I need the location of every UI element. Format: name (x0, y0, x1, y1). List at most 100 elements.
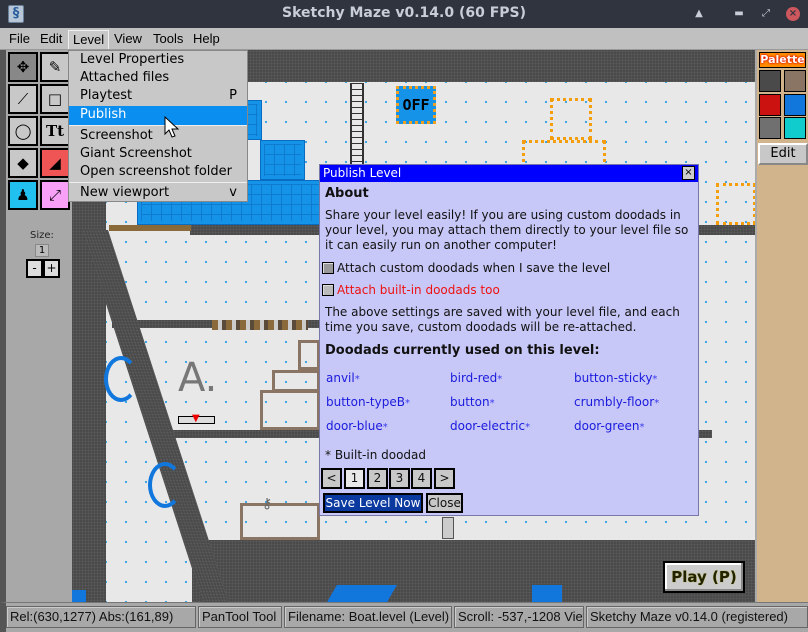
dialog-titlebar[interactable]: Publish Level × (320, 165, 698, 182)
blue-block (260, 140, 305, 180)
window-title: Sketchy Maze v0.14.0 (60 FPS) (281, 5, 527, 21)
pager-page-1[interactable]: 1 (344, 468, 365, 489)
rectangle-tool-button[interactable]: □ (40, 84, 70, 114)
pager-page-2[interactable]: 2 (367, 468, 388, 489)
builtin-star: * (404, 398, 410, 409)
swatch-solid[interactable] (759, 117, 781, 139)
doodad-link[interactable]: door-electric* (450, 419, 530, 433)
menu-item-screenshot[interactable]: Screenshot (69, 127, 247, 146)
doodad-link[interactable]: button-typeB* (326, 395, 410, 409)
pager-page-4[interactable]: 4 (411, 468, 432, 489)
crate-doodad (260, 390, 320, 430)
window-titlebar: § Sketchy Maze v0.14.0 (60 FPS) ▲ ▬ ⤢ × (0, 0, 808, 28)
doodad-link[interactable]: button* (450, 395, 495, 409)
swatch-dirt[interactable] (784, 70, 806, 92)
palette-edit-button[interactable]: Edit (758, 143, 808, 165)
link-tool-button[interactable]: ⤢ (40, 180, 70, 210)
size-increase-button[interactable]: + (43, 259, 60, 278)
paint-bucket-icon: ◆ (17, 154, 29, 172)
swatch-fire[interactable] (759, 94, 781, 116)
fill-tool-button[interactable]: ◆ (8, 148, 38, 178)
crumbly-floor (212, 320, 308, 330)
blue-portal (148, 462, 182, 508)
menu-separator (69, 125, 247, 126)
attach-builtin-doodads-label[interactable]: Attach built-in doodads too (337, 283, 500, 297)
pan-tool-button[interactable]: ✥ (8, 52, 38, 82)
builtin-star: * (525, 422, 531, 433)
ellipse-icon: ◯ (14, 122, 32, 140)
save-level-now-button[interactable]: Save Level Now (323, 493, 423, 513)
status-version: Sketchy Maze v0.14.0 (registered) (586, 606, 808, 628)
pager-next-button[interactable]: > (434, 468, 455, 489)
actor-tool-button[interactable]: ♟ (8, 180, 38, 210)
swatch-water[interactable] (784, 94, 806, 116)
status-coordinates: Rel:(630,1277) Abs:(161,89) (6, 606, 196, 628)
line-tool-button[interactable]: ⟋ (8, 84, 38, 114)
menu-item-label: Publish (80, 107, 127, 122)
tool-sidebar: ✥ ✎ ⟋ □ ◯ Tt ◆ ◢ ♟ ⤢ Size: 1 - + (0, 50, 72, 602)
close-dialog-button[interactable]: Close (426, 493, 463, 513)
line-icon: ⟋ (17, 90, 29, 108)
size-label: Size: (30, 230, 54, 241)
shade-icon[interactable]: ▲ (692, 7, 706, 21)
doodad-name: door-electric (450, 419, 526, 433)
menu-view[interactable]: View (110, 30, 146, 49)
doodad-name: button (450, 395, 490, 409)
minimize-icon[interactable]: ▬ (732, 7, 746, 21)
doodad-link[interactable]: bird-red* (450, 371, 502, 385)
menu-item-label: Open screenshot folder (80, 164, 233, 179)
eraser-tool-button[interactable]: ◢ (40, 148, 70, 178)
pager-prev-button[interactable]: < (321, 468, 342, 489)
palette-title: Palette (759, 52, 806, 68)
actor-cursor-icon: ♟ (16, 186, 30, 204)
builtin-star: * (654, 398, 660, 409)
builtin-star: * (639, 422, 645, 433)
status-bar: Rel:(630,1277) Abs:(161,89) PanTool Tool… (0, 602, 808, 632)
menu-item-new-viewport[interactable]: New viewport v (69, 184, 247, 203)
locked-door-doodad (442, 517, 454, 539)
menu-item-playtest[interactable]: Playtest P (69, 87, 247, 106)
menu-item-open-screenshot-folder[interactable]: Open screenshot folder (69, 163, 247, 182)
doodad-link[interactable]: crumbly-floor* (574, 395, 659, 409)
menu-item-label: Giant Screenshot (80, 146, 192, 161)
swatch-glass[interactable] (784, 117, 806, 139)
doodad-name: button-typeB (326, 395, 405, 409)
swatch-stone[interactable] (759, 70, 781, 92)
attach-custom-doodads-label[interactable]: Attach custom doodads when I save the le… (337, 261, 610, 275)
maximize-icon[interactable]: ⤢ (759, 7, 773, 21)
menu-edit[interactable]: Edit (36, 30, 66, 49)
doodads-heading: Doodads currently used on this level: (325, 343, 600, 358)
menu-item-giant-screenshot[interactable]: Giant Screenshot (69, 145, 247, 164)
palette-panel: Palette Edit (755, 50, 808, 602)
pager-page-3[interactable]: 3 (389, 468, 410, 489)
builtin-star: * (354, 374, 360, 385)
menu-tools[interactable]: Tools (149, 30, 187, 49)
close-icon[interactable]: × (786, 7, 800, 21)
bed-doodad (240, 503, 320, 540)
menu-item-level-properties[interactable]: Level Properties (69, 51, 247, 70)
menu-item-attached-files[interactable]: Attached files (69, 69, 247, 88)
crate-doodad (272, 370, 320, 392)
doodad-link[interactable]: door-blue* (326, 419, 388, 433)
doodad-link[interactable]: button-sticky* (574, 371, 657, 385)
dialog-close-icon[interactable]: × (682, 166, 695, 180)
menu-file[interactable]: File (5, 30, 34, 49)
pencil-tool-button[interactable]: ✎ (40, 52, 70, 82)
play-button[interactable]: Play (P) (663, 561, 745, 593)
menu-help[interactable]: Help (189, 30, 224, 49)
menubar: File Edit Level View Tools Help (0, 28, 808, 50)
attach-builtin-doodads-checkbox[interactable] (322, 284, 334, 296)
text-tool-button[interactable]: Tt (40, 116, 70, 146)
off-switch: OFF (396, 86, 436, 124)
orange-outline-block (550, 98, 592, 140)
doodad-link[interactable]: anvil* (326, 371, 360, 385)
publish-level-dialog: Publish Level × About Share your level e… (319, 164, 699, 516)
attach-custom-doodads-checkbox[interactable] (322, 262, 334, 274)
menu-level[interactable]: Level (68, 30, 110, 49)
ellipse-tool-button[interactable]: ◯ (8, 116, 38, 146)
size-decrease-button[interactable]: - (26, 259, 43, 278)
doodad-name: door-blue (326, 419, 383, 433)
doodad-link[interactable]: door-green* (574, 419, 644, 433)
doodad-name: crumbly-floor (574, 395, 655, 409)
menu-item-publish[interactable]: Publish (69, 106, 247, 125)
